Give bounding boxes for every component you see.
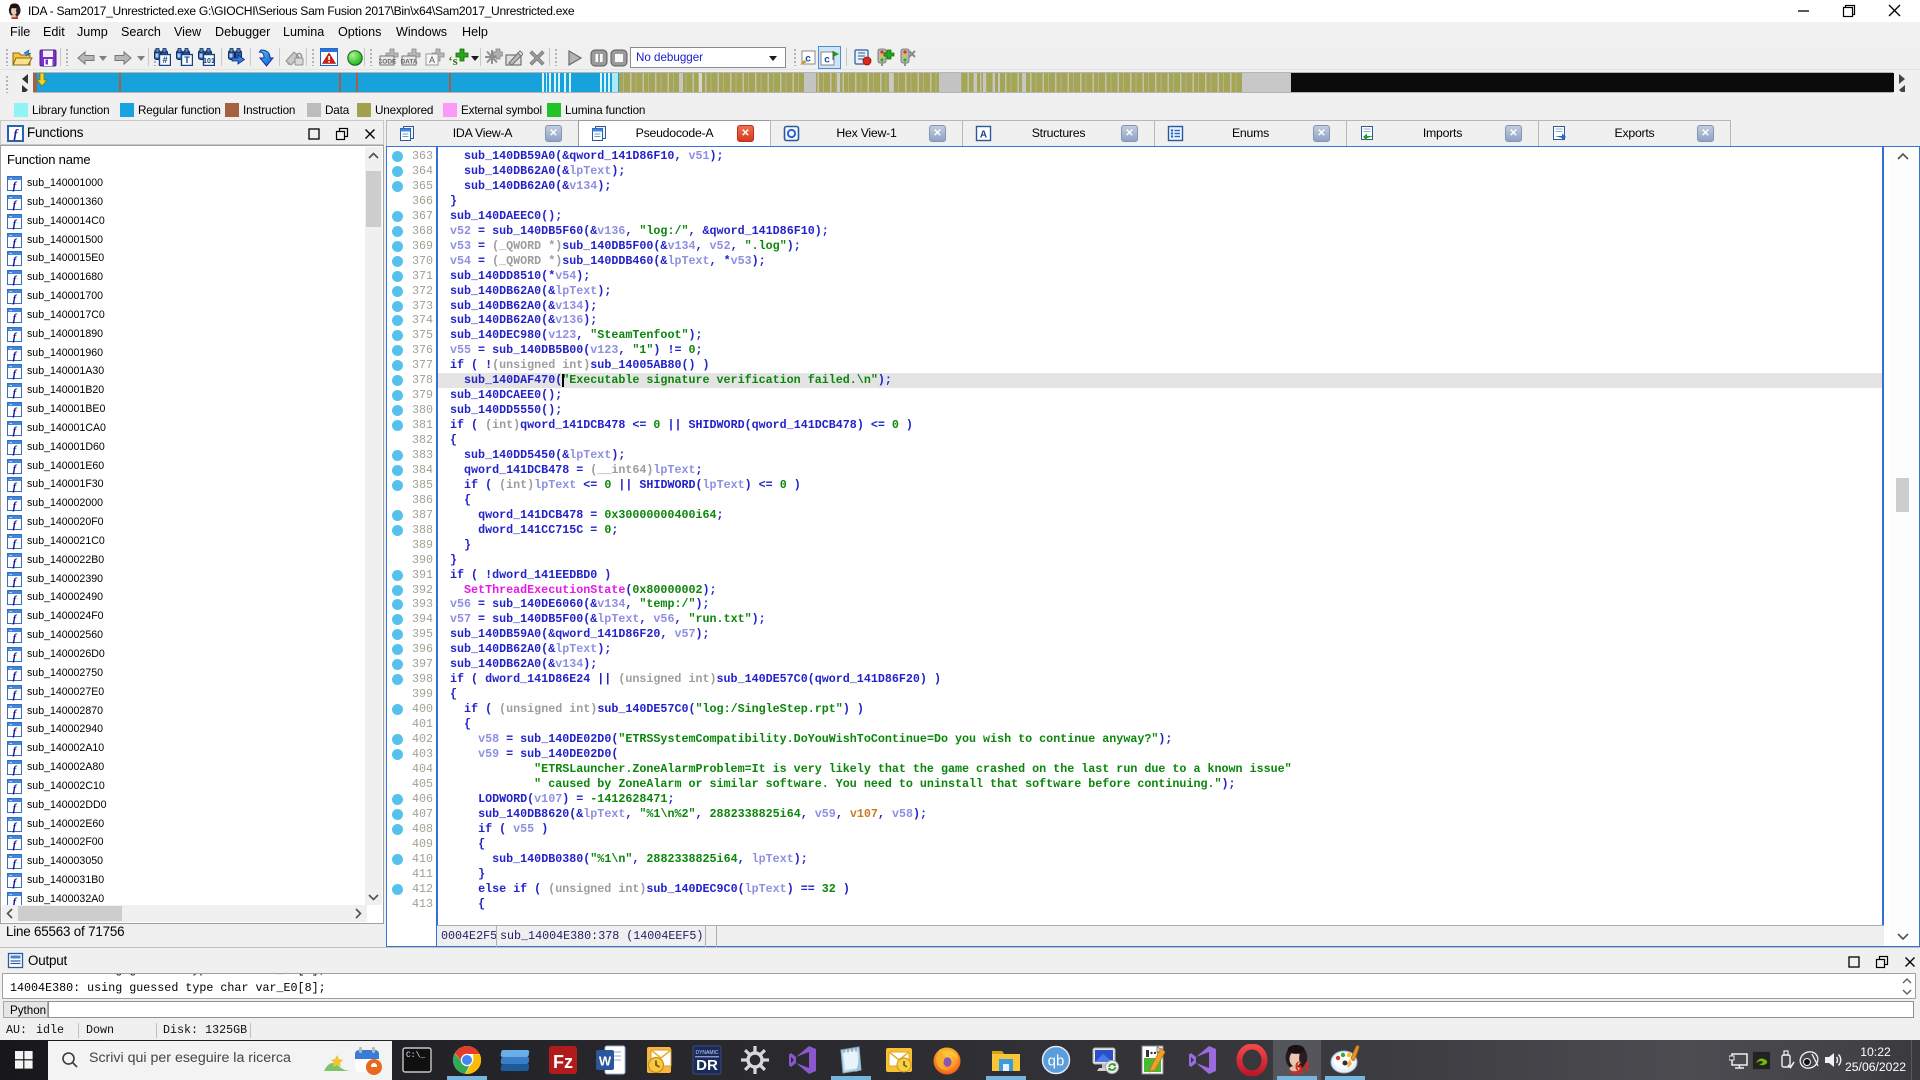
svg-text:qb: qb bbox=[1048, 1053, 1065, 1070]
svg-text:Fz: Fz bbox=[553, 1052, 573, 1072]
svg-text:C:\_: C:\_ bbox=[406, 1051, 425, 1060]
svg-text:c: c bbox=[805, 54, 811, 65]
svg-text:#: # bbox=[162, 55, 167, 65]
svg-text:CODE: CODE bbox=[379, 59, 397, 66]
svg-text:A: A bbox=[429, 55, 435, 65]
svg-text:c: c bbox=[824, 55, 830, 66]
svg-text:T: T bbox=[184, 55, 190, 65]
svg-text:W: W bbox=[599, 1054, 612, 1069]
svg-text:101: 101 bbox=[203, 58, 215, 65]
svg-text:DR: DR bbox=[696, 1057, 718, 1074]
svg-text:DATA: DATA bbox=[401, 59, 418, 66]
svg-text:DYNAMIC: DYNAMIC bbox=[695, 1050, 718, 1056]
svg-text:‘s: ‘s bbox=[448, 53, 457, 67]
